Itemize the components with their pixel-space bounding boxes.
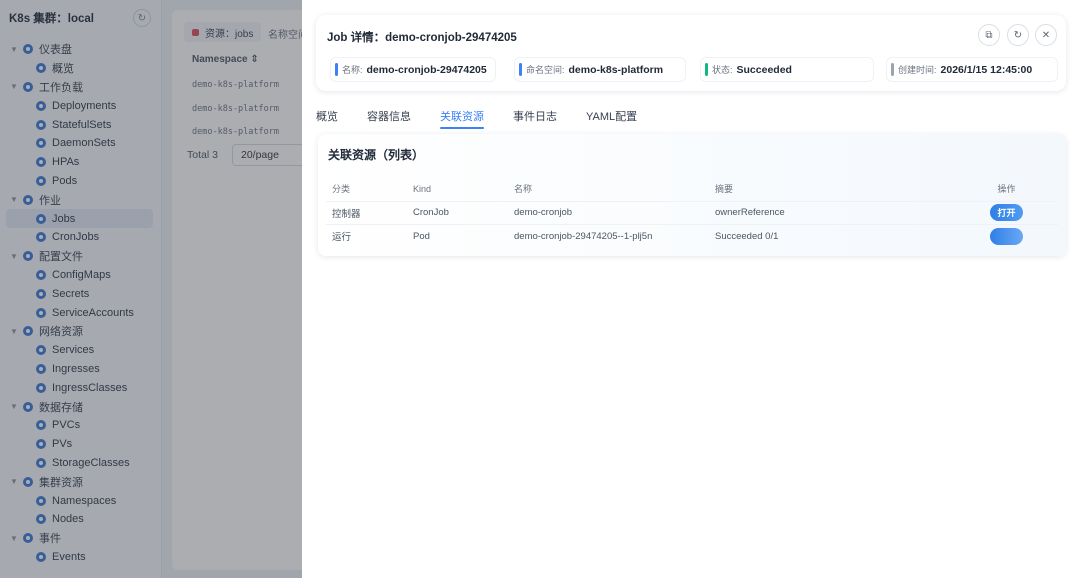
info-key: 状态:	[712, 65, 733, 75]
table-row: 控制器 CronJob demo-cronjob ownerReference …	[326, 200, 1058, 225]
app-root: K8s 集群：local ↻ ▼ 仪表盘 概览 ▼ 工作负载 Deployments Sta…	[0, 0, 1080, 578]
table-row: 运行 Pod demo-cronjob-29474205--1-plj5n Su…	[326, 224, 1058, 248]
column-header: 名称	[514, 184, 533, 195]
close-icon[interactable]: ✕	[1035, 24, 1057, 46]
info-bar	[335, 63, 338, 76]
info-key: 命名空间:	[526, 65, 565, 75]
related-resources-card: 关联资源（列表） 分类 Kind 名称 摘要 操作 控制器 CronJob de…	[318, 134, 1066, 256]
column-header: 操作	[997, 184, 1016, 195]
cell-category: 控制器	[332, 208, 361, 220]
cell-summary: Succeeded 0/1	[715, 230, 779, 242]
info-key: 名称:	[342, 65, 363, 75]
info-name: 名称: demo-cronjob-29474205	[330, 57, 496, 82]
info-key: 创建时间:	[898, 65, 937, 75]
cell-action: 打开	[955, 204, 1058, 222]
column-header: 摘要	[715, 184, 734, 195]
drawer-title: Job 详情：demo-cronjob-29474205	[327, 32, 517, 44]
cell-name: demo-cronjob	[514, 207, 573, 219]
open-button[interactable]: 打开	[990, 204, 1023, 222]
column-header: 分类	[332, 184, 351, 195]
cell-category: 运行	[332, 232, 352, 244]
tab-events[interactable]: 事件日志	[513, 108, 557, 128]
info-bar	[891, 63, 894, 76]
open-button[interactable]	[990, 227, 1023, 245]
info-value: demo-cronjob-29474205	[366, 63, 487, 76]
detail-header-card: Job 详情：demo-cronjob-29474205 ⧉ ↻ ✕ 名称: d…	[316, 15, 1066, 91]
job-detail-drawer: Job 详情：demo-cronjob-29474205 ⧉ ↻ ✕ 名称: d…	[302, 0, 1080, 578]
info-created: 创建时间: 2026/1/15 12:45:00	[886, 57, 1058, 82]
tab-overview[interactable]: 概览	[316, 108, 338, 128]
tab-containers[interactable]: 容器信息	[367, 108, 411, 128]
cell-name: demo-cronjob-29474205--1-plj5n	[514, 230, 653, 242]
tab-related-resources[interactable]: 关联资源	[440, 108, 484, 129]
info-bar	[705, 63, 708, 76]
info-namespace: 命名空间: demo-k8s-platform	[514, 57, 686, 82]
cell-kind: Pod	[413, 230, 430, 242]
column-header: Kind	[413, 183, 432, 194]
info-status: 状态: Succeeded	[700, 57, 874, 82]
info-bar	[519, 63, 522, 76]
tab-yaml[interactable]: YAML配置	[586, 108, 637, 128]
cell-summary: ownerReference	[715, 207, 785, 219]
detail-tabs: 概览 容器信息 关联资源 事件日志 YAML配置	[316, 108, 666, 129]
cell-kind: CronJob	[413, 207, 449, 219]
info-value: demo-k8s-platform	[568, 63, 664, 76]
cell-action	[955, 227, 1058, 245]
refresh-icon[interactable]: ↻	[1007, 24, 1029, 46]
info-value: Succeeded	[736, 63, 792, 76]
table-header: 分类 Kind 名称 摘要 操作	[326, 177, 1058, 201]
related-resources-title: 关联资源（列表）	[328, 148, 425, 162]
copy-icon[interactable]: ⧉	[978, 24, 1000, 46]
related-resources-table: 分类 Kind 名称 摘要 操作 控制器 CronJob demo-cronjo…	[326, 177, 1058, 248]
info-value: 2026/1/15 12:45:00	[940, 63, 1033, 76]
modal-overlay[interactable]	[0, 0, 302, 578]
